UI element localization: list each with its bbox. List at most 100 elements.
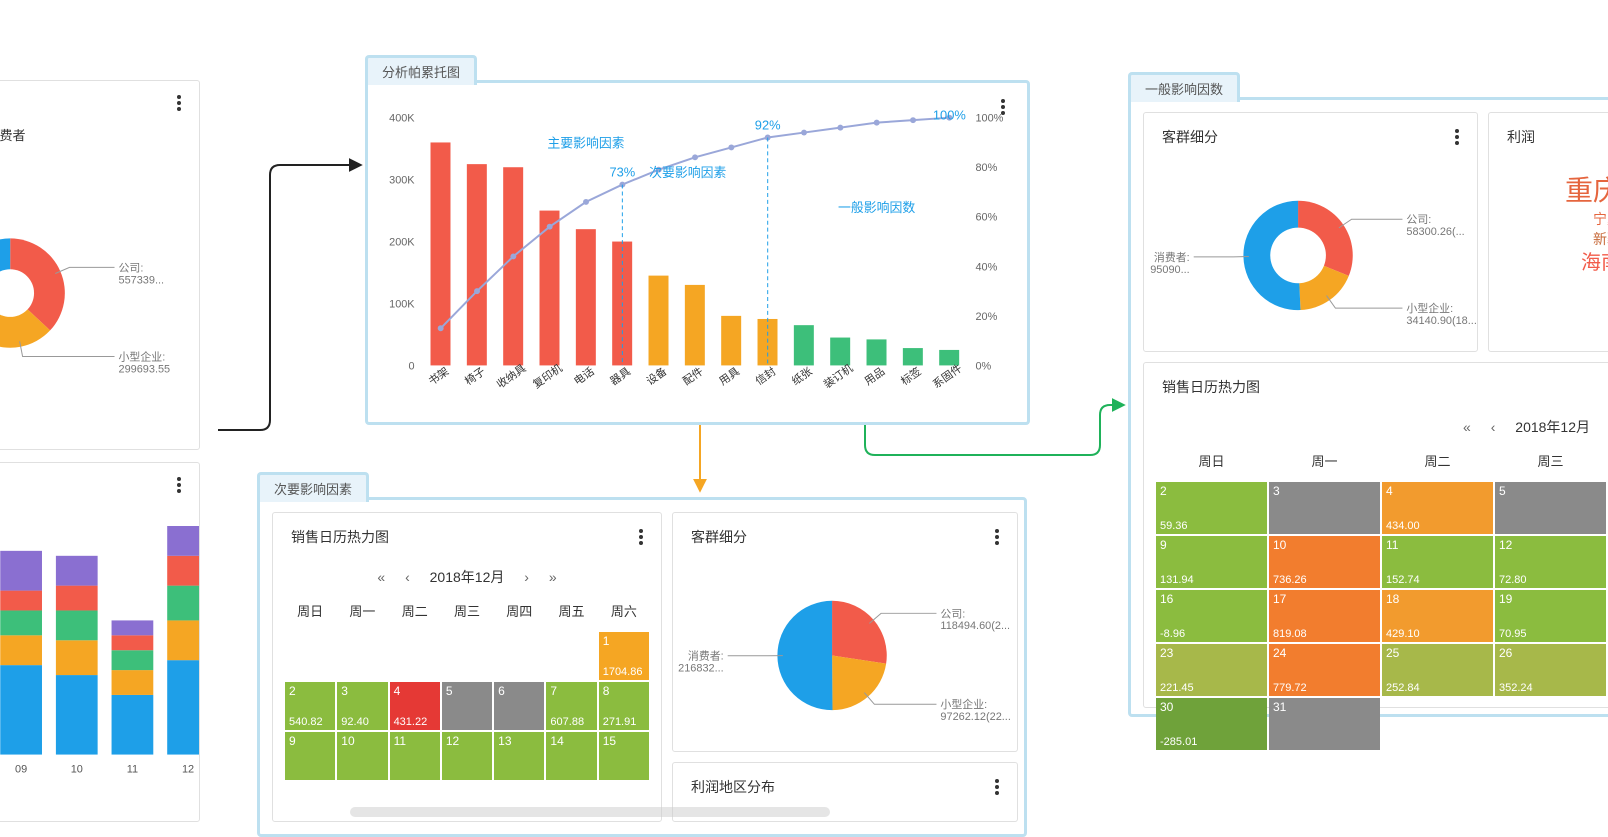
calendar-nav: « ‹ 2018年12月 › » [273,561,661,593]
more-icon[interactable] [639,529,643,545]
calendar-dow-row: 周日周一周二周三 [1144,443,1608,478]
svg-text:消费者:: 消费者: [1154,250,1190,264]
card-header: 销售日历热力图 [273,513,661,561]
calendar-cell[interactable]: 16-8.96 [1156,590,1267,642]
calendar-cell[interactable]: 23221.45 [1156,644,1267,696]
donut-left: 公司:557339...小型企业:299693.55 [0,144,199,402]
calendar-cell[interactable]: 12 [442,732,492,780]
calendar-nav: « ‹ 2018年12月 [1144,411,1608,443]
donut-center: 公司:118494.60(2...小型企业:97262.12(22...消费者:… [673,561,1017,740]
card-title: 客群细分 [1162,127,1218,147]
nav-first[interactable]: « [1463,419,1471,435]
svg-text:300K: 300K [389,175,415,187]
svg-text:书架: 书架 [426,365,451,388]
calendar-cell[interactable]: 18429.10 [1382,590,1493,642]
svg-text:电话: 电话 [571,365,596,388]
nav-next[interactable]: › [524,569,529,585]
more-icon[interactable] [1001,99,1005,115]
calendar-cell[interactable]: 4434.00 [1382,482,1493,534]
more-icon[interactable] [177,95,181,111]
svg-text:80%: 80% [975,162,997,174]
calendar-dow: 周日 [285,593,335,628]
calendar-cell[interactable]: 6 [494,682,544,730]
calendar-dow: 周二 [390,593,440,628]
calendar-cell[interactable]: 8271.91 [599,682,649,730]
calendar-cell[interactable]: 4431.22 [390,682,440,730]
wordcloud-body: 重庆宁夏新疆海南 [1489,161,1608,287]
calendar-cell[interactable]: 13 [494,732,544,780]
calendar-cell[interactable]: 3 [1269,482,1380,534]
svg-text:一般影响因数: 一般影响因数 [838,200,915,215]
svg-text:小型企业:: 小型企业: [119,349,166,363]
calendar-cell[interactable]: 11 [390,732,440,780]
card-header: 销售日历热力图 [1144,363,1608,411]
svg-text:118494.60(2...: 118494.60(2... [940,620,1010,632]
card-title: 客群细分 [691,527,747,547]
svg-text:小型企业:: 小型企业: [1406,301,1453,315]
svg-text:次要影响因素: 次要影响因素 [649,165,726,180]
calendar-cell[interactable]: 25252.84 [1382,644,1493,696]
svg-text:0%: 0% [975,360,991,372]
calendar-cell[interactable]: 10 [337,732,387,780]
svg-text:299693.55: 299693.55 [119,363,171,375]
svg-text:40%: 40% [975,261,997,273]
svg-text:用品: 用品 [862,365,887,388]
calendar-cell[interactable]: 11152.74 [1382,536,1493,588]
calendar-cell[interactable]: 5 [1495,482,1606,534]
customer-seg-card-right: 客群细分 公司:58300.26(...小型企业:34140.90(18...消… [1143,112,1478,352]
svg-text:100%: 100% [933,108,966,123]
calendar-cell[interactable]: 9 [285,732,335,780]
svg-text:20%: 20% [975,311,997,323]
calendar-card-right: 销售日历热力图 « ‹ 2018年12月 周日周一周二周三 259.363443… [1143,362,1608,708]
calendar-cell[interactable]: 24779.72 [1269,644,1380,696]
card-header [0,81,199,125]
calendar-cell[interactable]: 392.40 [337,682,387,730]
calendar-cell[interactable]: 1970.95 [1495,590,1606,642]
calendar-cell[interactable]: 30-285.01 [1156,698,1267,750]
svg-text:公司:: 公司: [1406,214,1431,226]
pareto-panel: 分析帕累托图 0100K200K300K400K0%20%40%60%80%10… [365,80,1030,425]
nav-first[interactable]: « [377,569,385,585]
calendar-cell[interactable]: 7607.88 [546,682,596,730]
svg-text:用具: 用具 [717,365,742,388]
svg-text:73%: 73% [609,165,635,180]
nav-prev[interactable]: ‹ [405,569,410,585]
more-icon[interactable] [1455,129,1459,145]
more-icon[interactable] [177,477,181,493]
calendar-cell[interactable]: 1272.80 [1495,536,1606,588]
left-partial-card-1: 型企业 消费者 公司:557339...小型企业:299693.55 [0,80,200,450]
wordcloud-item: 新疆 [1495,230,1608,250]
more-icon[interactable] [995,779,999,795]
calendar-cell[interactable]: 259.36 [1156,482,1267,534]
svg-text:配件: 配件 [680,365,705,388]
calendar-cell[interactable]: 9131.94 [1156,536,1267,588]
calendar-dow-row: 周日周一周二周三周四周五周六 [273,593,661,628]
pareto-chart: 0100K200K300K400K0%20%40%60%80%100%书架椅子收… [368,83,1027,425]
nav-last[interactable]: » [549,569,557,585]
calendar-body: 11704.86 2540.82392.404431.22567607.88827… [273,632,661,780]
nav-prev[interactable]: ‹ [1491,419,1496,435]
svg-text:系固件: 系固件 [930,362,964,391]
horizontal-scrollbar[interactable] [350,807,830,817]
svg-text:557339...: 557339... [119,274,165,286]
calendar-cell[interactable]: 31 [1269,698,1380,750]
svg-text:200K: 200K [389,237,415,249]
calendar-cell[interactable]: 2540.82 [285,682,335,730]
panel-tab[interactable]: 次要影响因素 [257,472,369,502]
calendar-cell[interactable]: 14 [546,732,596,780]
calendar-cell[interactable]: 11704.86 [599,632,649,680]
legend-row: 子 电话 [0,507,199,526]
svg-text:信封: 信封 [752,364,778,388]
calendar-card-center: 销售日历热力图 « ‹ 2018年12月 › » 周日周一周二周三周四周五周六 … [272,512,662,822]
calendar-cell[interactable]: 5 [442,682,492,730]
svg-text:器具: 器具 [608,365,633,388]
svg-text:纸张: 纸张 [789,365,814,388]
calendar-cell[interactable]: 15 [599,732,649,780]
calendar-cell[interactable]: 17819.08 [1269,590,1380,642]
panel-tab[interactable]: 一般影响因数 [1128,72,1240,102]
more-icon[interactable] [995,529,999,545]
panel-tab[interactable]: 分析帕累托图 [365,55,477,85]
calendar-cell[interactable]: 26352.24 [1495,644,1606,696]
calendar-dow: 周一 [337,593,387,628]
calendar-cell[interactable]: 10736.26 [1269,536,1380,588]
